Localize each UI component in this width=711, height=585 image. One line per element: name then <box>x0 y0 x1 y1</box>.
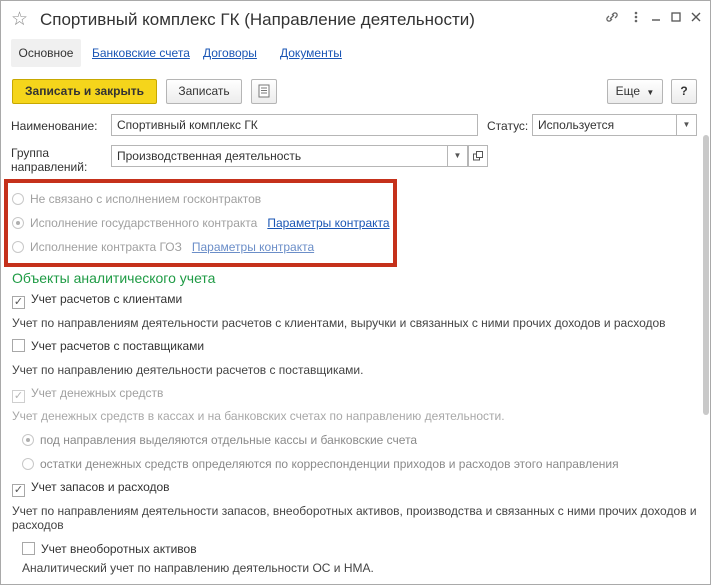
minimize-icon[interactable] <box>647 10 665 28</box>
contract-params-link[interactable]: Параметры контракта <box>267 216 389 230</box>
more-button-label: Еще <box>615 84 641 98</box>
radio-circle-checked <box>22 434 34 446</box>
checkbox-checked-icon: ✓ <box>12 390 25 403</box>
clients-description: Учет по направлениям деятельности расчет… <box>12 316 666 330</box>
stock-checkbox-label: Учет запасов и расходов <box>31 480 170 494</box>
more-button[interactable]: Еще ▼ <box>607 79 663 104</box>
checkbox-unchecked-icon <box>12 339 25 352</box>
tab-documents[interactable]: Документы <box>280 39 342 67</box>
tab-bar: Основное Банковские счета Договоры Докум… <box>1 39 710 69</box>
radio-circle <box>12 193 24 205</box>
open-icon <box>473 151 483 161</box>
radio-separate-cash-label: под направления выделяются отдельные кас… <box>40 433 418 447</box>
name-label: Наименование: <box>11 119 98 133</box>
title-bar: ☆ Спортивный комплекс ГК (Направление де… <box>1 1 710 39</box>
radio-not-related-label: Не связано с исполнением госконтрактов <box>30 192 262 206</box>
tab-contracts[interactable]: Договоры <box>203 39 257 67</box>
group-label-line1: Группа <box>11 146 50 160</box>
cash-checkbox[interactable]: ✓ Учет денежных средств <box>12 384 164 403</box>
tab-main[interactable]: Основное <box>11 39 81 67</box>
radio-state-contract[interactable]: Исполнение государственного контракта Пар… <box>12 214 390 232</box>
maximize-icon[interactable] <box>667 10 685 28</box>
clients-checkbox-label: Учет расчетов с клиентами <box>31 292 183 306</box>
checkbox-checked-icon: ✓ <box>12 296 25 309</box>
stock-description-line1: Учет по направлениям деятельности запасо… <box>12 504 697 518</box>
stock-checkbox[interactable]: ✓ Учет запасов и расходов <box>12 478 170 497</box>
dropdown-arrow-icon: ▼ <box>646 88 655 97</box>
group-select[interactable]: Производственная деятельность <box>111 145 448 167</box>
radio-state-contract-label: Исполнение государственного контракта <box>30 216 258 230</box>
cash-checkbox-label: Учет денежных средств <box>31 386 164 400</box>
fixed-assets-description: Аналитический учет по направлению деятел… <box>22 561 374 575</box>
command-bar: Записать и закрыть Записать Еще ▼ ? <box>1 79 710 107</box>
radio-circle <box>22 458 34 470</box>
more-icon[interactable] <box>627 10 645 28</box>
open-group-button[interactable] <box>468 145 488 167</box>
group-label-line2: направлений: <box>11 160 88 174</box>
radio-not-related[interactable]: Не связано с исполнением госконтрактов <box>12 190 261 208</box>
status-select[interactable]: Используется <box>532 114 677 136</box>
link-icon[interactable] <box>603 10 621 28</box>
radio-circle-checked <box>12 217 24 229</box>
document-list-icon <box>258 84 270 98</box>
group-dropdown-button[interactable]: ▼ <box>448 145 468 167</box>
scrollbar-thumb[interactable] <box>703 135 709 415</box>
suppliers-checkbox-label: Учет расчетов с поставщиками <box>31 339 205 353</box>
cash-description: Учет денежных средств в кассах и на банк… <box>12 409 505 423</box>
goz-params-link[interactable]: Параметры контракта <box>192 240 314 254</box>
checkbox-unchecked-icon <box>22 542 35 555</box>
suppliers-checkbox[interactable]: Учет расчетов с поставщиками <box>12 337 204 355</box>
stock-description-line2: расходов <box>12 518 64 532</box>
radio-goz-contract-label: Исполнение контракта ГОЗ <box>30 240 182 254</box>
radio-separate-cash[interactable]: под направления выделяются отдельные кас… <box>22 431 417 449</box>
report-button[interactable] <box>251 79 277 104</box>
form-window: ☆ Спортивный комплекс ГК (Направление де… <box>0 0 711 585</box>
radio-goz-contract[interactable]: Исполнение контракта ГОЗ Параметры контра… <box>12 238 314 256</box>
radio-cash-balance[interactable]: остатки денежных средств определяются по… <box>22 455 619 473</box>
fixed-assets-checkbox[interactable]: Учет внеоборотных активов <box>22 540 197 558</box>
close-icon[interactable] <box>687 10 705 28</box>
radio-circle <box>12 241 24 253</box>
radio-cash-balance-label: остатки денежных средств определяются по… <box>40 457 619 471</box>
name-input[interactable]: Спортивный комплекс ГК <box>111 114 478 136</box>
star-icon[interactable]: ☆ <box>11 8 28 31</box>
help-button[interactable]: ? <box>671 79 697 104</box>
analytics-section-title: Объекты аналитического учета <box>12 270 216 286</box>
checkbox-checked-icon: ✓ <box>12 484 25 497</box>
tab-bank-accounts[interactable]: Банковские счета <box>92 39 190 67</box>
clients-checkbox[interactable]: ✓ Учет расчетов с клиентами <box>12 290 183 309</box>
fixed-assets-checkbox-label: Учет внеоборотных активов <box>41 542 197 556</box>
save-and-close-button[interactable]: Записать и закрыть <box>12 79 157 104</box>
suppliers-description: Учет по направлению деятельности расчето… <box>12 363 364 377</box>
save-button[interactable]: Записать <box>166 79 242 104</box>
status-label: Статус: <box>487 119 529 133</box>
status-dropdown-button[interactable]: ▼ <box>677 114 697 136</box>
window-title: Спортивный комплекс ГК (Направление деят… <box>40 10 475 29</box>
